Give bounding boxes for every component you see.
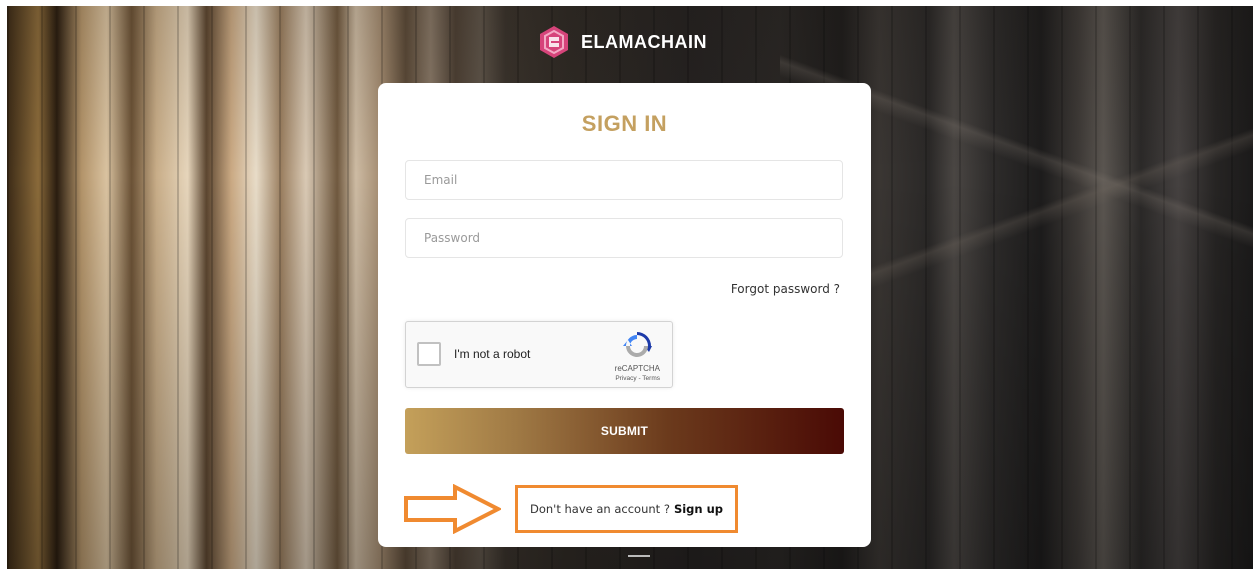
brand-header: ELAMACHAIN (537, 25, 707, 59)
recaptcha-checkbox[interactable] (417, 342, 441, 366)
right-arrow-outline-icon (404, 484, 501, 534)
divider (628, 555, 650, 557)
signup-link[interactable]: Sign up (674, 502, 723, 516)
signup-highlight-box: Don't have an account ? Sign up (515, 485, 738, 533)
submit-button[interactable]: SUBMIT (405, 408, 844, 454)
recaptcha-icon (623, 332, 652, 357)
brand-name: ELAMACHAIN (581, 31, 707, 52)
elamachain-logo-icon (540, 26, 568, 58)
recaptcha-label: I'm not a robot (454, 347, 531, 361)
forgot-password-link[interactable]: Forgot password ? (731, 282, 840, 296)
recaptcha-privacy-terms[interactable]: Privacy - Terms (615, 375, 660, 382)
page-title: SIGN IN (581, 111, 668, 136)
recaptcha-brand: reCAPTCHA (614, 364, 660, 373)
password-field[interactable] (405, 218, 843, 258)
recaptcha-widget: I'm not a robot reCAPTCHA Privacy - Term… (405, 321, 673, 388)
signup-prompt: Don't have an account ? (529, 502, 670, 516)
email-field[interactable] (405, 160, 843, 200)
signin-card: SIGN IN Forgot password ? I'm not a robo… (378, 83, 871, 547)
